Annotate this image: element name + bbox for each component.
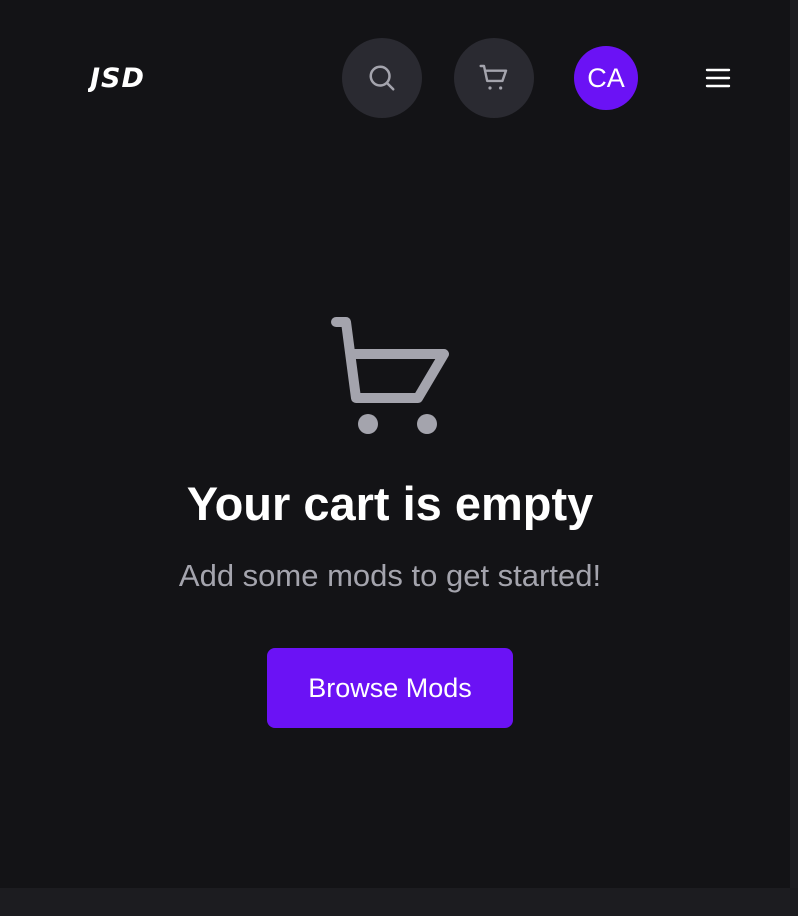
search-button[interactable] — [342, 38, 422, 118]
cart-page: JSD CA Your cart is empty Add some mods … — [0, 0, 790, 888]
cart-button[interactable] — [454, 38, 534, 118]
cart-icon — [479, 64, 508, 90]
empty-cart-subtitle: Add some mods to get started! — [178, 558, 602, 593]
user-avatar[interactable]: CA — [574, 46, 638, 110]
browse-mods-button[interactable]: Browse Mods — [267, 648, 513, 728]
empty-cart-title: Your cart is empty — [186, 477, 594, 530]
site-header: JSD CA — [0, 0, 790, 156]
search-icon — [369, 65, 395, 91]
svg-text:JSD: JSD — [88, 64, 145, 92]
jsd-logo[interactable]: JSD — [88, 64, 184, 92]
cart-icon — [331, 317, 449, 434]
footer-strip — [0, 888, 798, 916]
page-scrollbar-track — [790, 0, 798, 916]
hamburger-menu-icon — [705, 68, 731, 88]
hamburger-menu-button[interactable] — [700, 60, 736, 96]
